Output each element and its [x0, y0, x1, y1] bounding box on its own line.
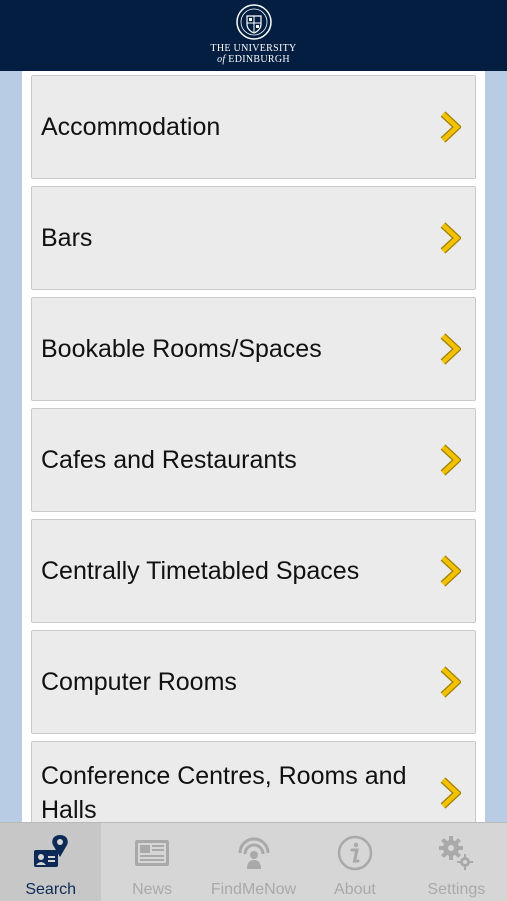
chevron-right-icon	[440, 222, 461, 254]
university-crest-icon	[235, 4, 272, 40]
tab-label: Settings	[427, 881, 486, 898]
category-item-cafes-restaurants[interactable]: Cafes and Restaurants	[31, 408, 476, 512]
university-name-edinburgh: EDINBURGH	[228, 54, 290, 65]
category-item-label: Centrally Timetabled Spaces	[41, 557, 360, 585]
chevron-right-icon	[440, 111, 461, 143]
app-header: THE UNIVERSITY of EDINBURGH	[0, 0, 507, 71]
tab-search[interactable]: Search	[0, 823, 102, 901]
category-item-label: Computer Rooms	[41, 668, 237, 696]
tab-label: About	[334, 881, 376, 898]
category-item-label: Cafes and Restaurants	[41, 446, 297, 474]
category-item-bars[interactable]: Bars	[31, 186, 476, 290]
category-item-centrally-timetabled[interactable]: Centrally Timetabled Spaces	[31, 519, 476, 623]
chevron-right-icon	[440, 444, 461, 476]
category-item-label: Bookable Rooms/Spaces	[41, 335, 322, 363]
category-item-label: Accommodation	[41, 113, 221, 141]
tab-settings[interactable]: Settings	[406, 823, 507, 901]
tab-news[interactable]: News	[101, 823, 202, 901]
chevron-right-icon	[440, 777, 461, 809]
info-icon	[337, 835, 373, 871]
category-item-computer-rooms[interactable]: Computer Rooms	[31, 630, 476, 734]
tab-findmenow[interactable]: FindMeNow	[203, 823, 304, 901]
university-name-line2: of EDINBURGH	[217, 54, 290, 65]
university-name-of: of	[217, 54, 226, 65]
bottom-tab-bar: Search News FindMeNow About Settings	[0, 822, 507, 901]
category-list-container[interactable]: Accommodation Bars Bookable Rooms/Spaces…	[22, 71, 485, 822]
chevron-right-icon	[440, 666, 461, 698]
category-item-accommodation[interactable]: Accommodation	[31, 75, 476, 179]
tab-label: News	[132, 881, 173, 898]
category-item-conference-centres[interactable]: Conference Centres, Rooms and Halls	[31, 741, 476, 822]
tab-label: FindMeNow	[210, 881, 297, 898]
category-item-label: Conference Centres, Rooms and Halls	[41, 762, 407, 822]
tab-about[interactable]: About	[304, 823, 405, 901]
broadcast-person-icon	[238, 837, 270, 869]
category-item-bookable-rooms[interactable]: Bookable Rooms/Spaces	[31, 297, 476, 401]
gears-icon	[439, 836, 474, 870]
category-item-label: Bars	[41, 224, 93, 252]
university-name-line1: THE UNIVERSITY	[210, 43, 297, 54]
tab-label: Search	[25, 881, 77, 898]
category-list: Accommodation Bars Bookable Rooms/Spaces…	[31, 75, 476, 822]
newspaper-icon	[135, 840, 170, 866]
chevron-right-icon	[440, 555, 461, 587]
chevron-right-icon	[440, 333, 461, 365]
search-location-icon	[33, 835, 68, 867]
